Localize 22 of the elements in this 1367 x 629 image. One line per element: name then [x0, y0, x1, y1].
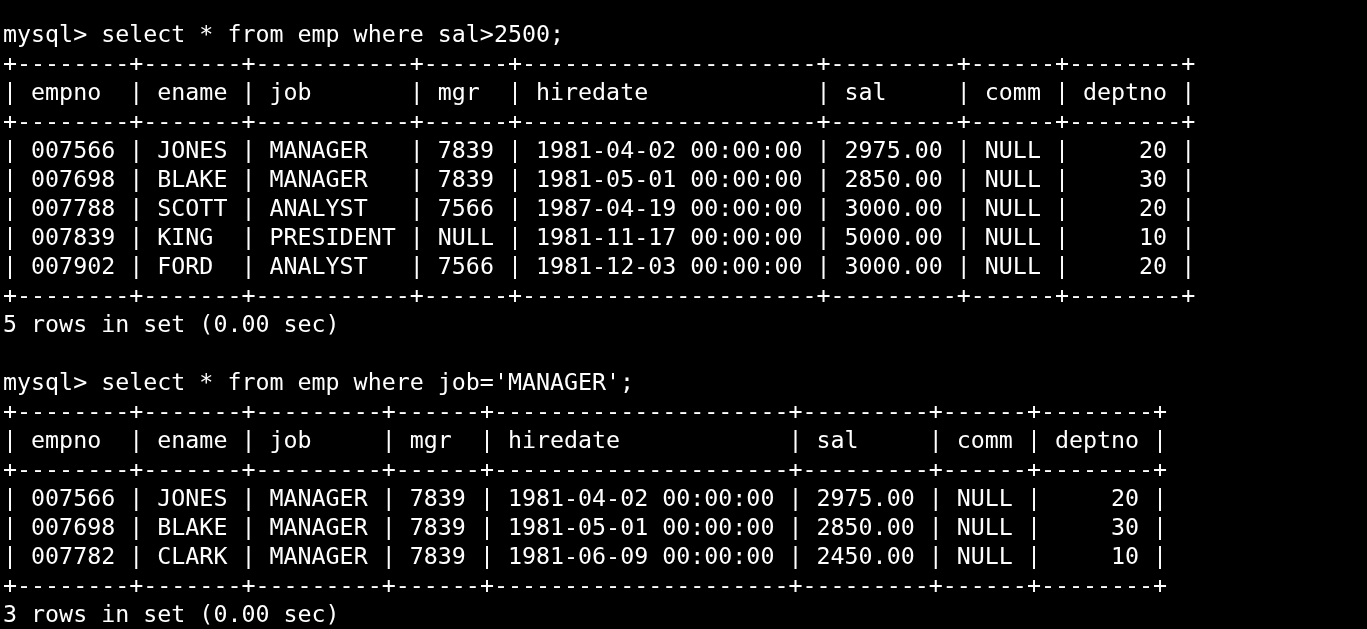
output-line: | 007566 | JONES | MANAGER | 7839 | 1981-04-02 00:00:00 | 2975.00 | NULL | 20 | [3, 135, 1196, 164]
output-line: +--------+-------+-----------+------+---------------------+---------+------+--------+ [3, 48, 1196, 77]
output-line: +--------+-------+---------+------+---------------------+---------+------+--------+ [3, 570, 1168, 599]
output-line: | 007788 | SCOTT | ANALYST | 7566 | 1987-04-19 00:00:00 | 3000.00 | NULL | 20 | [3, 193, 1196, 222]
output-line: | 007782 | CLARK | MANAGER | 7839 | 1981-06-09 00:00:00 | 2450.00 | NULL | 10 | [3, 541, 1168, 570]
output-line: +--------+-------+-----------+------+---------------------+---------+------+--------+ [3, 106, 1196, 135]
output-line: +--------+-------+---------+------+---------------------+---------+------+--------+ [3, 396, 1168, 425]
prompt: mysql> [3, 367, 88, 396]
prompt: mysql> [3, 19, 88, 48]
output-line: | 007698 | BLAKE | MANAGER | 7839 | 1981-05-01 00:00:00 | 2850.00 | NULL | 30 | [3, 164, 1196, 193]
command-text: select * from emp where job='MANAGER'; [101, 367, 635, 396]
output-line: | empno | ename | job | mgr | hiredate | sal | comm | deptno | [3, 77, 1196, 106]
status-line: 3 rows in set (0.00 sec) [3, 599, 340, 628]
command-text: select * from emp where sal>2500; [101, 19, 564, 48]
output-line: | 007698 | BLAKE | MANAGER | 7839 | 1981-05-01 00:00:00 | 2850.00 | NULL | 30 | [3, 512, 1168, 541]
output-line: | 007839 | KING | PRESIDENT | NULL | 1981-11-17 00:00:00 | 5000.00 | NULL | 10 | [3, 222, 1196, 251]
output-line: +--------+-------+-----------+------+---------------------+---------+------+--------+ [3, 280, 1196, 309]
status-line: 5 rows in set (0.00 sec) [3, 309, 340, 338]
output-line: | 007902 | FORD | ANALYST | 7566 | 1981-12-03 00:00:00 | 3000.00 | NULL | 20 | [3, 251, 1196, 280]
output-line: +--------+-------+---------+------+---------------------+---------+------+--------+ [3, 454, 1168, 483]
output-line: | empno | ename | job | mgr | hiredate | sal | comm | deptno | [3, 425, 1168, 454]
output-line: | 007566 | JONES | MANAGER | 7839 | 1981-04-02 00:00:00 | 2975.00 | NULL | 20 | [3, 483, 1168, 512]
